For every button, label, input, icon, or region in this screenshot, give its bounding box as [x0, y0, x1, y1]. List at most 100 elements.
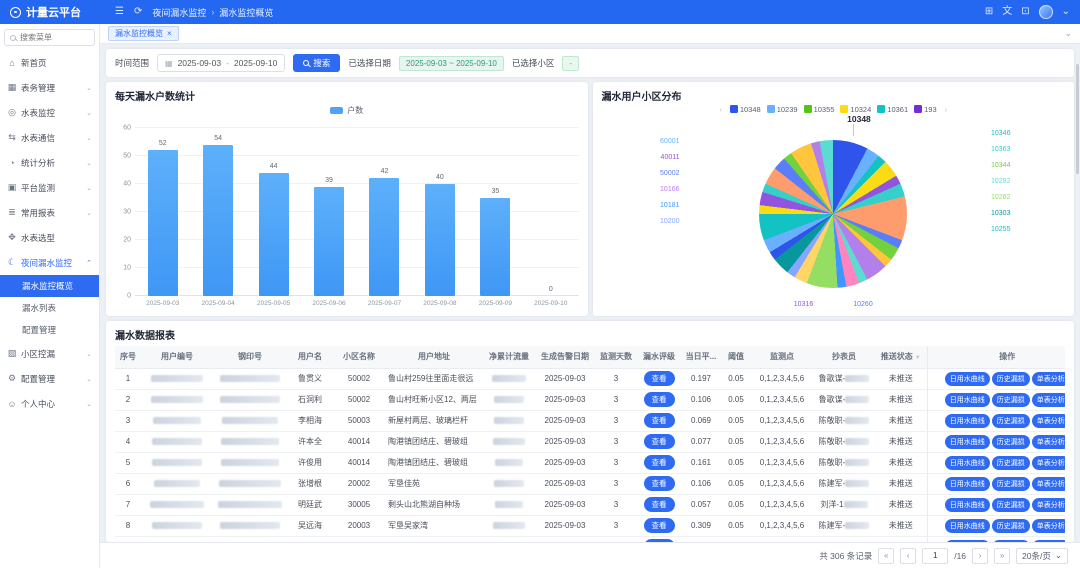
legend-item-10324[interactable]: 10324 — [840, 105, 871, 114]
legend-next-icon[interactable]: › — [945, 105, 948, 114]
single-meter-analysis-button[interactable]: 单表分析 — [1032, 393, 1065, 407]
legend-item-10348[interactable]: 10348 — [730, 105, 761, 114]
selected-date-tag[interactable]: 2025-09-03 ~ 2025-09-10 — [399, 56, 504, 71]
history-leak-button[interactable]: 历史漏损 — [992, 477, 1030, 491]
fullscreen-icon[interactable]: ⊡ — [1021, 7, 1029, 17]
legend-item-10355[interactable]: 10355 — [804, 105, 835, 114]
bar-2025-09-08[interactable]: 40 — [425, 184, 455, 296]
daily-water-curve-button[interactable]: 日用水曲线 — [945, 372, 990, 386]
single-meter-analysis-button[interactable]: 单表分析 — [1032, 498, 1065, 512]
history-leak-button[interactable]: 历史漏损 — [992, 435, 1030, 449]
history-leak-button[interactable]: 历史漏损 — [992, 456, 1030, 470]
date-range-picker[interactable]: ▦ 2025-09-03 - 2025-09-10 — [157, 54, 285, 72]
daily-water-curve-button[interactable]: 日用水曲线 — [945, 477, 990, 491]
history-leak-button[interactable]: 历史漏损 — [992, 393, 1030, 407]
history-leak-button[interactable]: 历史漏损 — [992, 372, 1030, 386]
bar-legend[interactable]: 户数 — [115, 105, 579, 116]
table-body: 1鲁贯义50002鲁山村259往里面走很远2025-09-033查看0.1970… — [115, 368, 1065, 542]
cell-points: 0,1,2,3,4,5,6 — [751, 368, 813, 389]
selected-community-tag[interactable]: - — [562, 56, 579, 71]
last-page-button[interactable]: » — [994, 548, 1010, 564]
view-rating-button[interactable]: 查看 — [644, 476, 675, 491]
legend-prev-icon[interactable]: ‹ — [719, 105, 722, 114]
daily-water-curve-button[interactable]: 日用水曲线 — [945, 519, 990, 533]
refresh-icon[interactable]: ⟳ — [134, 7, 142, 17]
tabbar-collapse-icon[interactable]: ⌄ — [1064, 28, 1072, 39]
cell-community: 30005 — [333, 494, 385, 515]
single-meter-analysis-button[interactable]: 单表分析 — [1032, 519, 1065, 533]
page-size-select[interactable]: 20条/页 ⌄ — [1016, 548, 1068, 564]
single-meter-analysis-button[interactable]: 单表分析 — [1032, 372, 1065, 386]
bar-2025-09-07[interactable]: 42 — [369, 178, 399, 296]
single-meter-analysis-button[interactable]: 单表分析 — [1032, 435, 1065, 449]
sidebar-item-meter-comm[interactable]: ⇆水表通信⌄ — [0, 125, 99, 150]
sidebar-item-night-leak[interactable]: ☾夜间漏水监控⌃ — [0, 250, 99, 275]
sidebar-item-meter-monitor[interactable]: ◎水表监控⌄ — [0, 100, 99, 125]
history-leak-button[interactable]: 历史漏损 — [992, 414, 1030, 428]
cell-seal_no — [213, 473, 287, 494]
pie-area: 10348 600014001150002101661018110200 103… — [602, 114, 1066, 310]
prev-page-button[interactable]: ‹ — [900, 548, 916, 564]
daily-water-curve-button[interactable]: 日用水曲线 — [945, 414, 990, 428]
breadcrumb-parent[interactable]: 夜间漏水监控 — [152, 6, 206, 19]
sidebar-item-platform[interactable]: ▣平台监测⌄ — [0, 175, 99, 200]
page-input[interactable] — [922, 548, 948, 564]
history-leak-button[interactable]: 历史漏损 — [992, 498, 1030, 512]
view-rating-button[interactable]: 查看 — [644, 434, 675, 449]
scrollbar-thumb[interactable] — [1076, 64, 1079, 174]
sidebar-item-meters[interactable]: ▦表务管理⌄ — [0, 75, 99, 100]
legend-item-10361[interactable]: 10361 — [877, 105, 908, 114]
menu-search-input[interactable] — [20, 33, 89, 42]
sidebar-subitem-漏水监控概览[interactable]: 漏水监控概览 — [0, 275, 99, 297]
single-meter-analysis-button[interactable]: 单表分析 — [1032, 414, 1065, 428]
sidebar-item-community-leak[interactable]: ▧小区控漏⌄ — [0, 341, 99, 366]
bar-2025-09-03[interactable]: 52 — [148, 150, 178, 296]
view-rating-button[interactable]: 查看 — [644, 518, 675, 533]
bar-2025-09-04[interactable]: 54 — [203, 145, 233, 296]
next-page-button[interactable]: › — [972, 548, 988, 564]
view-rating-button[interactable]: 查看 — [644, 497, 675, 512]
daily-water-curve-button[interactable]: 日用水曲线 — [945, 456, 990, 470]
close-icon[interactable]: × — [167, 29, 172, 38]
view-rating-button[interactable]: 查看 — [644, 413, 675, 428]
sidebar-item-config[interactable]: ⚙配置管理⌄ — [0, 366, 99, 391]
cast-screen-icon[interactable]: ⊞ — [985, 7, 993, 17]
redacted-value — [152, 459, 202, 466]
tab-leak-overview[interactable]: 漏水监控概览 × — [108, 26, 179, 41]
avatar[interactable] — [1039, 5, 1053, 19]
language-icon[interactable]: 文 — [1002, 7, 1012, 17]
pie-label-10344: 10344 — [991, 162, 1029, 169]
single-meter-analysis-button[interactable]: 单表分析 — [1032, 456, 1065, 470]
sidebar-item-user-center[interactable]: ☺个人中心⌄ — [0, 391, 99, 416]
legend-item-10239[interactable]: 10239 — [767, 105, 798, 114]
date-end-value[interactable]: 2025-09-10 — [234, 58, 277, 68]
daily-water-curve-button[interactable]: 日用水曲线 — [945, 393, 990, 407]
menu-collapse-icon[interactable]: ☰ — [115, 7, 124, 17]
view-rating-button[interactable]: 查看 — [644, 371, 675, 386]
search-button[interactable]: 搜索 — [293, 54, 340, 72]
sidebar-search[interactable] — [4, 29, 95, 46]
sidebar-item-home[interactable]: ⌂新首页 — [0, 50, 99, 75]
bar-2025-09-09[interactable]: 35 — [480, 198, 510, 296]
cell-daily_avg: 0.057 — [681, 494, 721, 515]
pie-chart[interactable] — [759, 140, 907, 288]
sidebar-item-reports[interactable]: ≣常用报表⌄ — [0, 200, 99, 225]
view-rating-button[interactable]: 查看 — [644, 455, 675, 470]
cell-actions: 日用水曲线历史漏损单表分析 — [927, 389, 1065, 410]
sidebar-item-meter-selection[interactable]: ✥水表选型 — [0, 225, 99, 250]
daily-water-curve-button[interactable]: 日用水曲线 — [945, 498, 990, 512]
bar-2025-09-05[interactable]: 44 — [259, 173, 289, 296]
sidebar-subitem-漏水列表[interactable]: 漏水列表 — [0, 297, 99, 319]
sidebar-item-stats[interactable]: ◔统计分析⌄ — [0, 150, 99, 175]
sidebar-subitem-配置管理[interactable]: 配置管理 — [0, 319, 99, 341]
chevron-down-icon[interactable]: ⌄ — [1062, 7, 1070, 17]
filter-icon[interactable]: ▼ — [915, 355, 921, 361]
single-meter-analysis-button[interactable]: 单表分析 — [1032, 477, 1065, 491]
legend-item-193[interactable]: 193 — [914, 105, 937, 114]
date-start-value[interactable]: 2025-09-03 — [178, 58, 221, 68]
bar-2025-09-06[interactable]: 39 — [314, 187, 344, 296]
daily-water-curve-button[interactable]: 日用水曲线 — [945, 435, 990, 449]
first-page-button[interactable]: « — [878, 548, 894, 564]
history-leak-button[interactable]: 历史漏损 — [992, 519, 1030, 533]
view-rating-button[interactable]: 查看 — [644, 392, 675, 407]
